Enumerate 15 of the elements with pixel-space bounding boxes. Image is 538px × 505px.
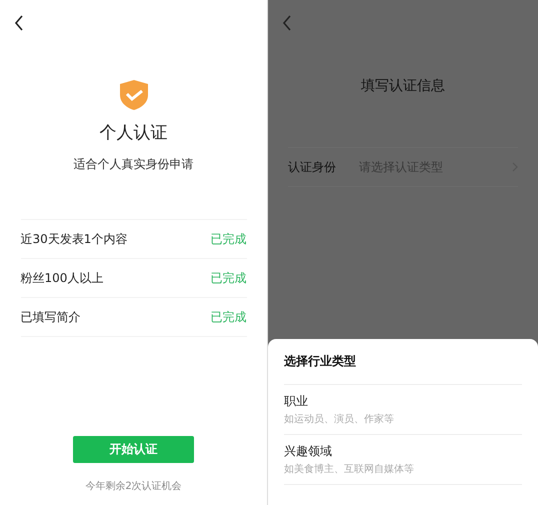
back-icon[interactable]	[14, 15, 24, 31]
shield-check-icon	[118, 79, 148, 111]
page-title: 个人认证	[100, 122, 168, 144]
industry-option[interactable]: 职业 如运动员、演员、作家等	[284, 385, 522, 435]
requirement-label: 粉丝100人以上	[20, 270, 104, 286]
page-subtitle: 适合个人真实身份申请	[74, 156, 194, 173]
requirement-label: 已填写简介	[20, 308, 80, 326]
page-title: 填写认证信息	[361, 77, 445, 95]
requirement-status: 已完成	[210, 308, 246, 326]
requirement-status: 已完成	[210, 230, 246, 248]
remaining-attempts-note: 今年剩余2次认证机会	[85, 480, 182, 493]
sheet-title: 选择行业类型	[284, 349, 522, 385]
requirement-status: 已完成	[210, 270, 246, 286]
industry-option[interactable]: 兴趣领域 如美食博主、互联网自媒体等	[284, 435, 522, 485]
requirement-label: 近30天发表1个内容	[20, 230, 128, 248]
